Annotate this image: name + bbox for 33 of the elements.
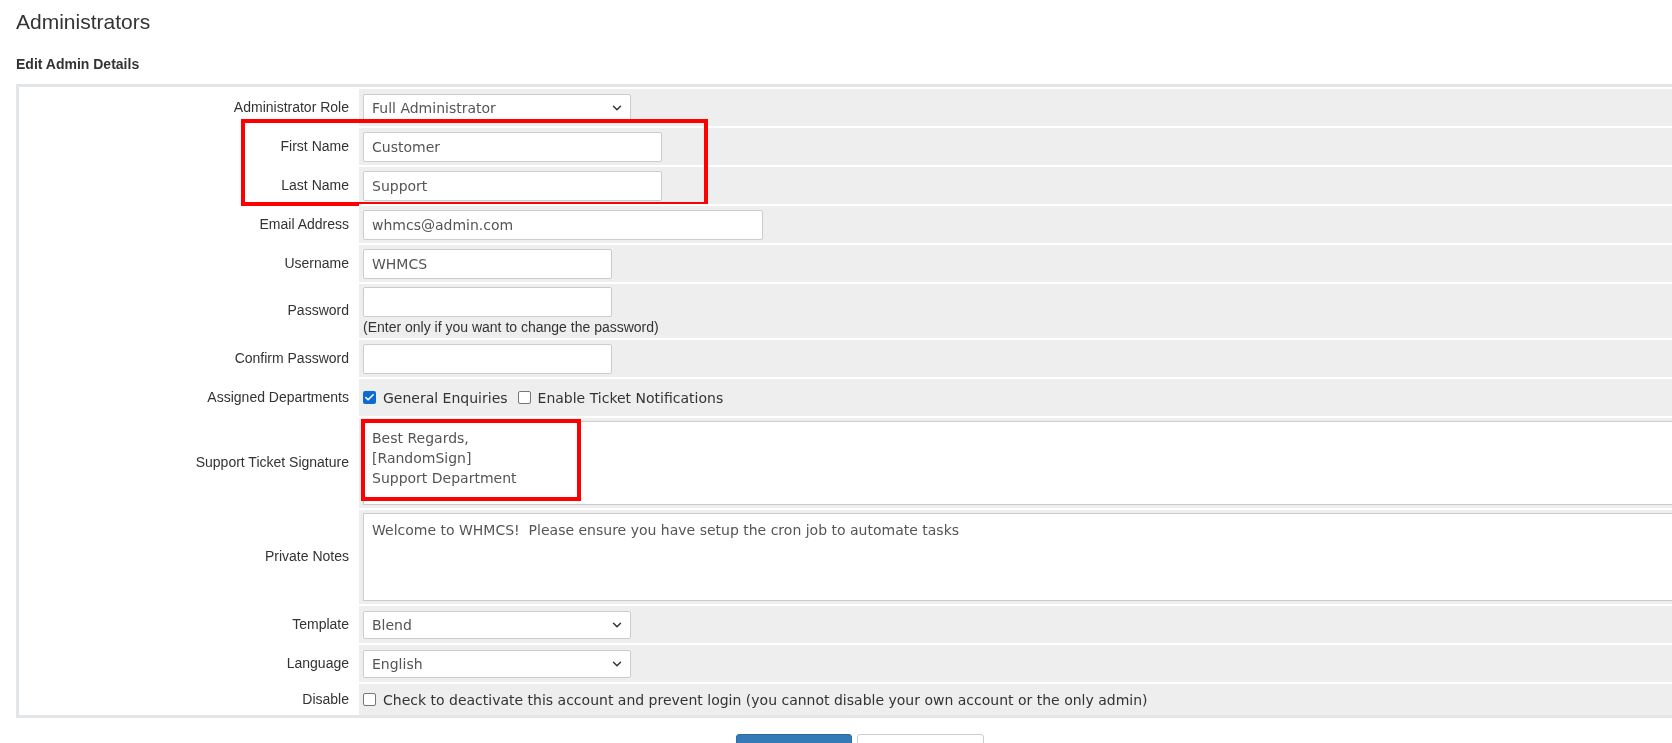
text-input[interactable]: WHMCS xyxy=(363,248,612,279)
field-label: Private Notes xyxy=(263,547,350,566)
select-field[interactable]: Blend xyxy=(363,610,631,639)
text-area[interactable]: Welcome to WHMCS! Please ensure you have setup the cron job to automate tasks xyxy=(363,513,1672,601)
text-input[interactable]: Customer xyxy=(363,131,662,162)
section-title: Edit Admin Details xyxy=(16,56,141,72)
field-label: Username xyxy=(283,253,350,273)
checkbox-option[interactable]: General Enquiries xyxy=(363,389,508,406)
page-title: Administrators xyxy=(16,10,152,34)
select-field[interactable]: Full Administrator xyxy=(363,93,631,122)
checkbox[interactable] xyxy=(517,391,531,404)
text-input[interactable]: Support xyxy=(363,170,662,201)
password-input[interactable] xyxy=(363,287,612,317)
field-label: Support Ticket Signature xyxy=(194,453,350,472)
checkbox-option[interactable]: Enable Ticket Notifications xyxy=(517,389,724,406)
text-input[interactable]: whmcs@admin.com xyxy=(363,209,763,240)
field-label: Email Address xyxy=(258,214,350,234)
field-label: First Name xyxy=(279,136,350,156)
check-icon xyxy=(364,392,375,403)
field-label: Assigned Departments xyxy=(206,387,350,407)
select-field[interactable]: English xyxy=(363,649,631,678)
checkbox[interactable] xyxy=(363,693,376,706)
password-input[interactable] xyxy=(363,343,612,374)
checkbox[interactable] xyxy=(363,391,376,404)
field-label: Last Name xyxy=(280,175,350,195)
field-label: Administrator Role xyxy=(232,97,350,117)
field-label: Password xyxy=(286,301,350,320)
field-hint: (Enter only if you want to change the password) xyxy=(363,319,660,335)
field-label: Confirm Password xyxy=(233,348,350,368)
field-label: Language xyxy=(285,653,350,673)
field-label: Template xyxy=(291,614,350,634)
field-label: Disable xyxy=(301,689,350,709)
text-area[interactable]: Best Regards, [RandomSign] Support Department xyxy=(363,421,1672,505)
